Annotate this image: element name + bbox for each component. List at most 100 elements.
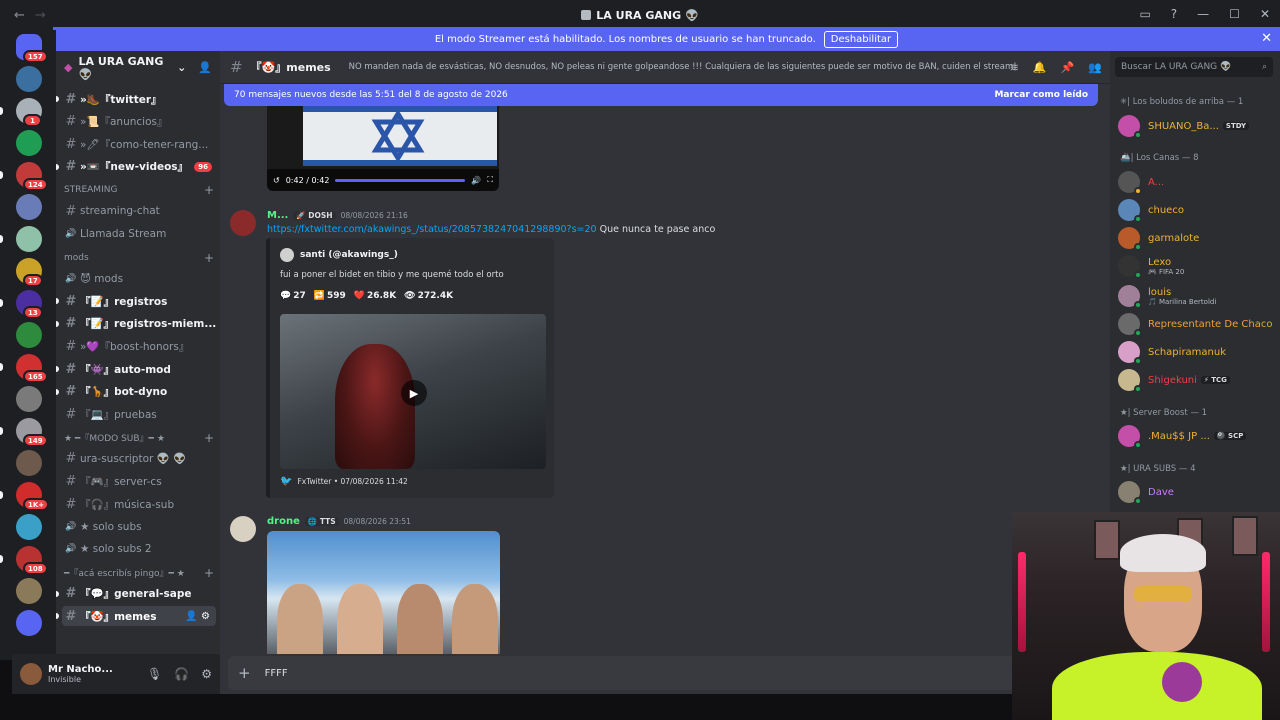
text-channel[interactable]: # 『📝』registros: [62, 291, 216, 311]
video-progress-bar[interactable]: [335, 178, 466, 182]
forward-arrow-icon[interactable]: →: [35, 8, 46, 23]
embed-author[interactable]: santi (@akawings_): [300, 250, 398, 260]
voice-channel[interactable]: 🔊 ★ solo subs: [62, 517, 216, 537]
hashtag-icon: #: [65, 406, 77, 422]
fullscreen-icon[interactable]: ⛶: [487, 175, 493, 185]
text-channel[interactable]: # »📼『new-videos』 96: [62, 157, 216, 177]
text-channel[interactable]: # »🖊『como-tener-rang...: [62, 134, 216, 154]
text-channel[interactable]: # streaming-chat: [62, 201, 216, 221]
member-item[interactable]: SHUANO_Ba... STDY: [1118, 113, 1278, 139]
heart-icon: ❤️: [353, 291, 365, 301]
text-channel[interactable]: # 『🎧』música-sub: [62, 494, 216, 514]
member-item[interactable]: Lexo 🎮 FIFA 20: [1118, 253, 1278, 279]
threads-icon[interactable]: ≋: [1010, 61, 1019, 74]
text-channel[interactable]: # »💜『boost-honors』: [62, 336, 216, 356]
server-icon[interactable]: [16, 450, 42, 476]
status-indicator: [1134, 497, 1142, 505]
reply-icon: 💬: [280, 291, 292, 301]
member-item[interactable]: Representante De Chaco: [1118, 311, 1278, 337]
channel-topic[interactable]: NO manden nada de esvásticas, NO desnudo…: [349, 62, 1017, 72]
message-link[interactable]: https://fxtwitter.com/akawings_/status/2…: [267, 224, 597, 235]
bell-icon[interactable]: 🔔: [1033, 61, 1047, 74]
message-content: https://fxtwitter.com/akawings_/status/2…: [267, 224, 715, 235]
embed-video-thumbnail[interactable]: ▶: [280, 314, 546, 469]
microphone-icon[interactable]: 🎙: [147, 667, 162, 681]
unread-indicator: [0, 171, 3, 179]
members-icon[interactable]: 👥: [1088, 61, 1102, 74]
add-channel-icon[interactable]: +: [204, 183, 214, 197]
text-channel[interactable]: # 『👾』auto-mod: [62, 359, 216, 379]
volume-icon[interactable]: 🔊: [471, 176, 481, 185]
member-group-header: ★| Server Boost — 1: [1120, 408, 1208, 418]
avatar[interactable]: [230, 210, 256, 236]
unread-indicator: [56, 320, 59, 327]
close-banner-icon[interactable]: ✕: [1261, 31, 1272, 46]
inbox-icon[interactable]: ▭: [1139, 7, 1150, 21]
close-window-icon[interactable]: ✕: [1260, 7, 1270, 21]
server-icon[interactable]: [16, 322, 42, 348]
add-channel-icon[interactable]: +: [204, 431, 214, 445]
text-channel[interactable]: # »🥾『twitter』: [62, 89, 216, 109]
channel-category[interactable]: mods +: [64, 251, 214, 265]
server-icon[interactable]: [16, 514, 42, 540]
headphones-icon[interactable]: 🎧: [174, 667, 189, 681]
text-channel[interactable]: # ura-suscriptor 👽 👽: [62, 449, 216, 469]
disable-streamer-button[interactable]: Deshabilitar: [823, 30, 899, 48]
guild-header[interactable]: ◆ LA URA GANG 👽 ⌄ 👤: [56, 51, 220, 84]
avatar[interactable]: [20, 663, 42, 685]
member-item[interactable]: Schapiramanuk: [1118, 339, 1278, 365]
replay-icon[interactable]: ↺: [273, 176, 280, 185]
voice-channel[interactable]: 🔊 ★ solo subs 2: [62, 539, 216, 559]
maximize-icon[interactable]: ☐: [1229, 7, 1240, 21]
member-item[interactable]: Shigekuni ⚡ TCG: [1118, 367, 1278, 393]
server-icon[interactable]: [16, 194, 42, 220]
back-arrow-icon[interactable]: ←: [14, 8, 25, 23]
mark-as-read-button[interactable]: Marcar como leído: [994, 90, 1088, 100]
text-channel[interactable]: # 『🎮』server-cs: [62, 471, 216, 491]
channel-category[interactable]: STREAMING +: [64, 183, 214, 197]
add-channel-icon[interactable]: +: [204, 566, 214, 580]
add-channel-icon[interactable]: +: [204, 251, 214, 265]
attach-plus-icon[interactable]: +: [238, 664, 251, 682]
voice-channel[interactable]: 🔊 Llamada Stream: [62, 224, 216, 244]
channel-category[interactable]: ★ ━『MODO SUB』━ ★ +: [64, 431, 214, 445]
channel-category[interactable]: ━『acá escribís pingo』━ ★ +: [64, 566, 214, 580]
twitter-icon: 🐦: [280, 476, 293, 487]
member-item[interactable]: .Mau$$ JP ... 🎱 SCP: [1118, 423, 1278, 449]
member-item[interactable]: chueco: [1118, 197, 1278, 223]
message-author[interactable]: drone: [267, 516, 300, 527]
message-input[interactable]: FFFF: [265, 668, 288, 679]
member-item[interactable]: A...: [1118, 169, 1278, 195]
text-channel[interactable]: # 『🤡』memes 👤 ⚙: [62, 606, 216, 627]
pin-icon[interactable]: 📌: [1061, 61, 1075, 74]
server-icon[interactable]: [16, 386, 42, 412]
play-icon[interactable]: ▶: [401, 380, 427, 406]
text-channel[interactable]: # »📜『anuncios』: [62, 112, 216, 132]
server-icon[interactable]: [16, 66, 42, 92]
message-composer[interactable]: + FFFF 🎁 ▤: [228, 656, 1102, 690]
search-input[interactable]: Buscar LA URA GANG 👽 ⌕: [1115, 57, 1273, 77]
message-author[interactable]: M...: [267, 210, 288, 221]
minimize-icon[interactable]: —: [1197, 7, 1209, 21]
text-channel[interactable]: # 『🦒』bot-dyno: [62, 382, 216, 402]
text-channel[interactable]: # 『📝』registros-miem...: [62, 314, 216, 334]
member-item[interactable]: Dave: [1118, 479, 1278, 505]
member-item[interactable]: garmalote: [1118, 225, 1278, 251]
new-messages-bar[interactable]: 70 mensajes nuevos desde las 5:51 del 8 …: [224, 84, 1098, 106]
avatar[interactable]: [230, 516, 256, 542]
voice-channel[interactable]: 🔊 😈 mods: [62, 269, 216, 289]
text-channel[interactable]: # 『💻』pruebas: [62, 404, 216, 424]
help-icon[interactable]: ?: [1171, 7, 1177, 21]
text-channel[interactable]: # 『💬』general-sape: [62, 584, 216, 604]
server-icon[interactable]: [16, 130, 42, 156]
server-icon[interactable]: [16, 226, 42, 252]
invite-icon[interactable]: 👤: [198, 61, 212, 74]
video-player[interactable]: ↺ 0:42 / 0:42 🔊 ⛶: [267, 106, 499, 191]
message-image[interactable]: [267, 531, 500, 654]
server-icon[interactable]: [16, 578, 42, 604]
member-item[interactable]: louis 🎵 Marilina Bertoldi: [1118, 283, 1278, 309]
settings-gear-icon[interactable]: ⚙: [201, 667, 212, 681]
hashtag-icon: #: [65, 203, 77, 219]
channel-settings-icon[interactable]: 👤 ⚙: [185, 611, 210, 622]
server-icon[interactable]: [16, 610, 42, 636]
